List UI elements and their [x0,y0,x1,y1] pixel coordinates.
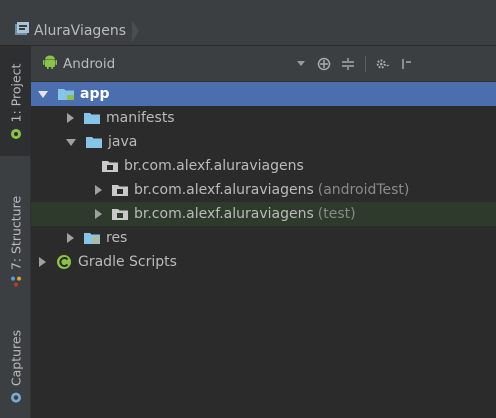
tab-project-label: 1: Project [8,63,23,123]
android-icon [43,55,57,73]
chevron-down-icon [297,61,305,66]
tree-item-suffix: (androidTest) [317,182,410,198]
sync-icon[interactable] [317,57,331,71]
captures-icon [10,391,21,403]
breadcrumb[interactable]: AluraViagens [14,20,140,42]
tab-captures-label: Captures [8,329,23,387]
expand-arrow[interactable] [95,185,102,195]
tab-structure[interactable]: 7: Structure [0,176,31,306]
folder-icon [86,136,102,148]
breadcrumb-separator [132,20,140,42]
package-icon [112,208,128,220]
tree-item-app[interactable]: app [31,82,496,106]
hide-icon[interactable] [400,57,414,71]
gradle-icon [56,254,72,270]
project-icon [14,21,30,41]
panel-toolbar [317,55,414,72]
package-icon [112,184,128,196]
tree-item-package-test[interactable]: br.com.alexf.aluraviagens (test) [31,202,496,226]
tree-item-manifests[interactable]: manifests [31,106,496,130]
expand-arrow[interactable] [38,90,48,98]
structure-icon [10,275,21,287]
tree-item-package-main[interactable]: br.com.alexf.aluraviagens [31,154,496,178]
expand-arrow[interactable] [67,113,74,123]
tree-item-gradle-scripts[interactable]: Gradle Scripts [31,250,496,274]
tree-item-label: br.com.alexf.aluraviagens [134,182,314,198]
expand-arrow[interactable] [67,233,74,243]
tree-item-label: res [106,230,128,246]
module-folder-icon [58,88,74,100]
tree-item-label: Gradle Scripts [78,254,177,270]
tree-item-res[interactable]: res [31,226,496,250]
tab-captures[interactable]: Captures [0,316,31,416]
tree-item-label: manifests [106,110,175,126]
tree-item-suffix: (test) [317,206,356,222]
android-head-icon [10,127,21,139]
expand-arrow[interactable] [66,138,76,146]
tree-item-package-android-test[interactable]: br.com.alexf.aluraviagens (androidTest) [31,178,496,202]
view-mode-dropdown[interactable]: Android [43,55,313,73]
folder-icon [84,112,100,124]
package-icon [102,160,118,172]
tree-item-label: br.com.alexf.aluraviagens [124,158,304,174]
settings-icon[interactable] [376,57,390,71]
project-tree[interactable]: app manifests java br.com.alexf.aluravia… [31,82,496,418]
tab-structure-label: 7: Structure [8,195,23,271]
project-panel-header: Android [31,46,496,82]
expand-arrow[interactable] [95,209,102,219]
collapse-all-icon[interactable] [341,57,355,71]
view-mode-label: Android [63,55,116,72]
expand-arrow[interactable] [39,257,46,267]
tab-project[interactable]: 1: Project [0,46,31,156]
navigation-bar: AluraViagens [0,0,496,46]
tree-item-label: app [80,86,110,102]
resource-folder-icon [84,232,100,244]
breadcrumb-project[interactable]: AluraViagens [34,23,126,39]
tree-item-java[interactable]: java [31,130,496,154]
tool-window-strip: 1: Project 7: Structure Captures [0,46,31,418]
toolbar-divider [365,55,366,72]
tree-item-label: java [108,134,138,150]
tree-item-label: br.com.alexf.aluraviagens [134,206,314,222]
